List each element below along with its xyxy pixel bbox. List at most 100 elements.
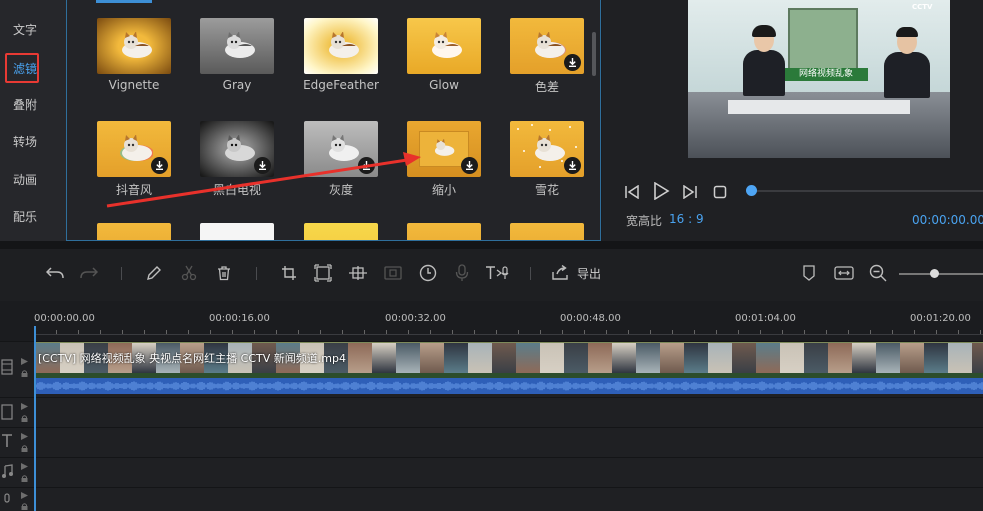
ruler-tick (958, 330, 959, 334)
lock-icon[interactable] (21, 475, 28, 482)
ruler-tick (980, 330, 981, 334)
filter-card-vignette[interactable]: Vignette (97, 18, 171, 92)
filter-card-grayscale[interactable]: 灰度 (304, 121, 378, 197)
ruler-tick (562, 330, 563, 334)
clip-frame (732, 343, 756, 373)
scissors-icon[interactable] (178, 262, 200, 284)
resize-icon[interactable] (312, 262, 334, 284)
channel-logo: CCTV (912, 3, 933, 11)
next-frame-icon[interactable] (682, 184, 698, 203)
download-icon[interactable] (254, 157, 271, 174)
text-to-speech-icon[interactable] (484, 262, 512, 284)
filter-card-chromatic[interactable]: 色差 (510, 18, 584, 94)
lock-icon[interactable] (21, 415, 28, 422)
lock-icon[interactable] (21, 370, 28, 377)
redo-icon[interactable] (78, 262, 100, 284)
filter-card-edgefeather[interactable]: EdgeFeather (303, 18, 379, 92)
ruler-label: 00:00:32.00 (385, 313, 446, 324)
ruler-tick (716, 330, 717, 334)
clip-frame (588, 343, 612, 373)
overlay-track[interactable] (0, 397, 983, 427)
lock-icon[interactable] (21, 503, 28, 510)
category-sidebar: 文字 滤镜 叠附 转场 动画 配乐 (0, 0, 66, 241)
pane-divider[interactable] (0, 241, 983, 249)
download-icon[interactable] (151, 157, 168, 174)
lock-icon[interactable] (21, 445, 28, 452)
ruler-tick (100, 330, 101, 334)
marker-icon[interactable] (798, 262, 820, 284)
text-track[interactable] (0, 427, 983, 457)
aspect-ratio-value[interactable]: 16 : 9 (669, 212, 704, 226)
trash-icon[interactable] (213, 262, 235, 284)
clip-frame (372, 343, 396, 373)
preview-progress-track[interactable] (752, 190, 983, 192)
playhead[interactable] (34, 326, 36, 511)
lock-icon[interactable] (21, 433, 28, 440)
lock-icon[interactable] (21, 492, 28, 499)
video-clip[interactable]: [CCTV] 网络视频乱象 央视点名网红主播 CCTV 新闻频道.mp4 (36, 342, 983, 382)
sidebar-item-animation[interactable]: 动画 (0, 164, 66, 194)
timeline-ruler[interactable] (0, 301, 983, 341)
filter-thumbnail (510, 121, 584, 177)
sidebar-item-text[interactable]: 文字 (0, 14, 66, 44)
sidebar-item-music[interactable]: 配乐 (0, 201, 66, 231)
sidebar-item-transition[interactable]: 转场 (0, 126, 66, 156)
undo-icon[interactable] (44, 262, 66, 284)
filter-thumbnail (304, 18, 378, 74)
lock-icon[interactable] (21, 463, 28, 470)
pencil-icon[interactable] (143, 262, 165, 284)
music-track-icon (0, 462, 14, 480)
filter-card-gray[interactable]: Gray (200, 18, 274, 92)
zoom-slider-knob[interactable] (930, 269, 939, 278)
filter-card-bw-tv[interactable]: 黑白电视 (200, 121, 274, 197)
sidebar-item-overlay[interactable]: 叠附 (0, 89, 66, 119)
filter-thumbnail-partial[interactable] (97, 223, 171, 240)
filter-label: 缩小 (431, 183, 456, 197)
ruler-tick (320, 330, 321, 334)
lock-icon[interactable] (21, 358, 28, 365)
clock-icon[interactable] (417, 262, 439, 284)
filter-thumbnail (200, 121, 274, 177)
panel-scrollbar[interactable] (592, 32, 596, 76)
ruler-tick (540, 330, 541, 334)
audio-waveform[interactable] (35, 378, 983, 394)
fit-timeline-icon[interactable] (833, 262, 855, 284)
filter-label: 黑白电视 (212, 183, 261, 197)
export-button[interactable]: 导出 (577, 265, 601, 282)
zoom-out-icon[interactable] (867, 262, 889, 284)
filter-thumbnail-partial[interactable] (304, 223, 378, 240)
export-icon[interactable] (549, 262, 571, 284)
play-icon[interactable] (652, 181, 670, 204)
download-icon[interactable] (564, 157, 581, 174)
prev-frame-icon[interactable] (624, 184, 640, 203)
toolbar-separator (256, 267, 257, 280)
ruler-tick (232, 330, 233, 334)
stop-icon[interactable] (713, 184, 727, 203)
filter-card-douyin[interactable]: 抖音风 (97, 121, 171, 197)
filter-thumbnail-partial[interactable] (510, 223, 584, 240)
clip-frame (420, 343, 444, 373)
freeze-frame-icon[interactable] (382, 262, 404, 284)
mosaic-icon[interactable] (347, 262, 369, 284)
zoom-slider-track[interactable] (899, 273, 983, 275)
video-preview[interactable]: 网络视频乱象 CCTV (688, 0, 950, 158)
filter-card-shrink[interactable]: 缩小 (407, 121, 481, 197)
music-track[interactable] (0, 457, 983, 487)
download-icon[interactable] (564, 54, 581, 71)
filter-card-snow[interactable]: 雪花 (510, 121, 584, 197)
filter-thumbnail-partial[interactable] (200, 223, 274, 240)
toolbar-separator (530, 267, 531, 280)
preview-progress-knob[interactable] (746, 185, 757, 196)
clip-frame (540, 343, 564, 373)
download-icon[interactable] (358, 157, 375, 174)
voice-track[interactable] (0, 487, 983, 511)
filter-thumbnail-partial[interactable] (407, 223, 481, 240)
download-icon[interactable] (461, 157, 478, 174)
crop-icon[interactable] (278, 262, 300, 284)
filter-thumbnail (407, 18, 481, 74)
microphone-icon[interactable] (451, 262, 473, 284)
filter-card-glow[interactable]: Glow (407, 18, 481, 92)
lock-icon[interactable] (21, 403, 28, 410)
ruler-tick (606, 330, 607, 334)
clip-frame (948, 343, 972, 373)
